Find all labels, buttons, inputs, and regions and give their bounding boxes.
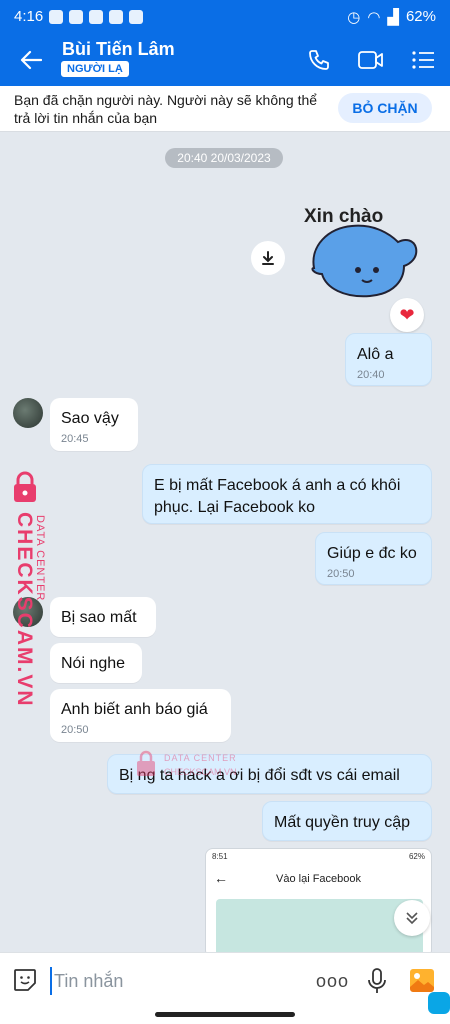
watermark-subtext: DATA CENTER bbox=[164, 753, 237, 763]
gallery-button[interactable] bbox=[408, 967, 436, 993]
heart-reaction[interactable]: ❤ bbox=[390, 298, 424, 332]
emoji-icon bbox=[14, 969, 36, 991]
message-text: Alô a bbox=[357, 346, 394, 363]
date-divider: 20:40 20/03/2023 bbox=[165, 148, 283, 168]
status-time: 4:16 bbox=[14, 8, 44, 25]
message-time: 20:40 bbox=[357, 369, 385, 381]
lock-icon bbox=[137, 750, 155, 776]
blocked-notice-text: Bạn đã chặn người này. Người này sẽ khôn… bbox=[14, 92, 318, 126]
message-text: Anh biết anh báo giá bbox=[61, 701, 208, 718]
signal-icon: ▟ bbox=[387, 8, 399, 26]
alarm-icon: ◷ bbox=[347, 8, 361, 26]
lock-icon bbox=[14, 471, 36, 502]
chat-header: Bùi Tiến Lâm NGƯỜI LẠ bbox=[0, 33, 450, 86]
blocked-notice: Bạn đã chặn người này. Người này sẽ khôn… bbox=[0, 86, 450, 132]
watermark: DATA CENTER CHECKSCAM.VN bbox=[134, 749, 294, 789]
notification-icon bbox=[129, 9, 144, 24]
message-text: Mất quyền truy cập bbox=[274, 814, 411, 831]
watermark-text: CHECKSCAM.VN bbox=[13, 512, 36, 708]
image-status-time: 8:51 bbox=[212, 852, 228, 861]
message-text: Bị sao mất bbox=[61, 609, 137, 626]
double-chevron-down-icon bbox=[406, 912, 418, 925]
status-bar: 4:16 ◷ ◠ ▟ 62% bbox=[0, 0, 450, 33]
image-illustration bbox=[216, 899, 423, 952]
phone-icon bbox=[309, 50, 329, 70]
download-icon bbox=[262, 251, 274, 265]
home-gesture-bar[interactable] bbox=[155, 1012, 295, 1017]
image-status-battery: 62% bbox=[408, 852, 425, 861]
video-camera-icon bbox=[358, 51, 383, 69]
more-options-button[interactable]: ooo bbox=[316, 971, 349, 992]
message-bubble[interactable]: Bị sao mất bbox=[50, 597, 156, 637]
chat-area[interactable]: 20:40 20/03/2023 Xin chào ❤ Alô a 20:40 … bbox=[0, 132, 450, 952]
notification-icon bbox=[49, 9, 64, 24]
message-bubble[interactable]: Alô a 20:40 bbox=[345, 333, 432, 386]
image-icon bbox=[410, 969, 434, 992]
sticker-button[interactable] bbox=[12, 967, 38, 993]
notification-icon bbox=[69, 9, 84, 24]
image-title: Vào lại Facebook bbox=[276, 873, 361, 885]
message-bubble[interactable]: Nói nghe bbox=[50, 643, 142, 683]
notification-icon bbox=[109, 9, 124, 24]
image-status-bar: 8:51 62% bbox=[206, 849, 431, 865]
back-button[interactable] bbox=[16, 45, 46, 75]
stranger-badge: NGƯỜI LẠ bbox=[61, 61, 129, 77]
watermark-text: CHECKSCAM.VN bbox=[164, 767, 237, 777]
download-button[interactable] bbox=[251, 241, 285, 275]
video-call-button[interactable] bbox=[356, 45, 386, 75]
wifi-icon: ◠ bbox=[367, 8, 381, 26]
image-message[interactable]: 8:51 62% ← Vào lại Facebook bbox=[205, 848, 432, 952]
message-text: Giúp e đc ko bbox=[327, 545, 417, 562]
contact-name[interactable]: Bùi Tiến Lâm bbox=[62, 39, 175, 60]
watermark: CHECKSCAM.VN DATA CENTER bbox=[6, 470, 50, 708]
message-time: 20:50 bbox=[327, 568, 355, 580]
message-bubble[interactable]: Giúp e đc ko 20:50 bbox=[315, 532, 432, 585]
avatar[interactable] bbox=[13, 398, 43, 428]
sticker-text: Xin chào bbox=[304, 206, 383, 227]
floating-app-icon[interactable] bbox=[428, 992, 450, 1014]
system-nav-bar bbox=[0, 992, 450, 1024]
arrow-left-icon bbox=[20, 50, 42, 70]
message-bubble[interactable]: Anh biết anh báo giá 20:50 bbox=[50, 689, 231, 742]
scroll-down-button[interactable] bbox=[394, 900, 430, 936]
message-bubble[interactable]: E bị mất Facebook á anh a có khôi phục. … bbox=[142, 464, 432, 524]
watermark-subtext: DATA CENTER bbox=[34, 515, 46, 602]
notification-icon bbox=[89, 9, 104, 24]
menu-button[interactable] bbox=[408, 45, 438, 75]
list-menu-icon bbox=[412, 51, 434, 69]
call-button[interactable] bbox=[304, 45, 334, 75]
message-input[interactable]: Tin nhắn bbox=[50, 967, 290, 995]
message-text: Sao vậy bbox=[61, 410, 119, 427]
message-composer: Tin nhắn ooo bbox=[0, 952, 450, 1008]
battery-level: 62% bbox=[405, 8, 436, 25]
message-text: E bị mất Facebook á anh a có khôi phục. … bbox=[154, 477, 401, 516]
microphone-icon bbox=[368, 968, 386, 993]
voice-button[interactable] bbox=[366, 967, 388, 995]
message-time: 20:45 bbox=[61, 433, 89, 445]
message-time: 20:50 bbox=[61, 724, 89, 736]
message-bubble[interactable]: Mất quyền truy cập bbox=[262, 801, 432, 841]
unblock-button[interactable]: BỎ CHẶN bbox=[338, 93, 432, 123]
message-bubble[interactable]: Sao vậy 20:45 bbox=[50, 398, 138, 451]
message-text: Nói nghe bbox=[61, 655, 126, 672]
